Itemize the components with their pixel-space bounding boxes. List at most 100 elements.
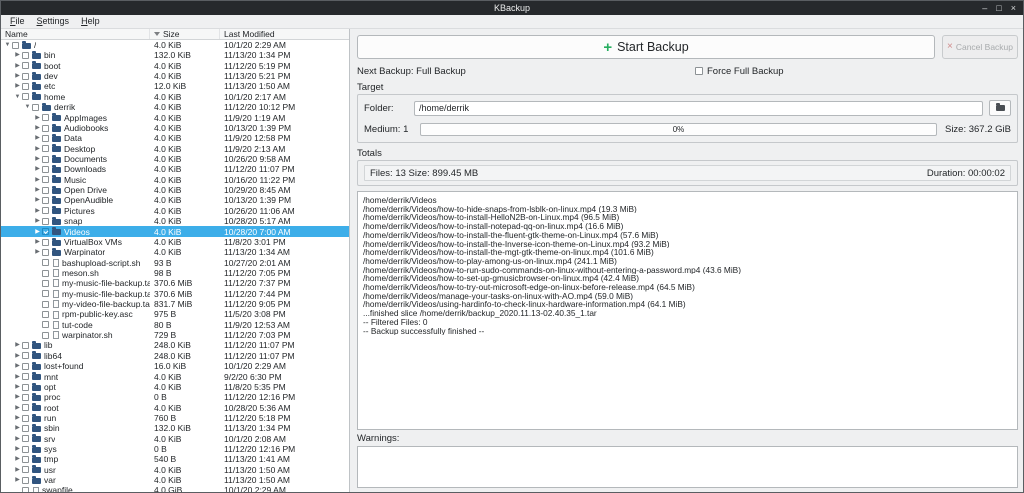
tree-item-checkbox[interactable] [42,331,49,339]
expander-icon[interactable]: ▼ [3,40,12,50]
tree-item-checkbox[interactable] [12,41,19,49]
tree-row[interactable]: ▶ usr 4.0 KiB 11/13/20 1:50 AM [1,465,349,475]
backup-log[interactable]: /home/derrik/Videos/home/derrik/Videos/h… [357,191,1018,430]
close-icon[interactable]: × [1011,2,1016,15]
expander-icon[interactable]: ▼ [23,102,32,112]
tree-item-checkbox[interactable] [42,321,49,329]
column-header-name[interactable]: Name [1,29,150,39]
cancel-backup-button[interactable]: × Cancel Backup [942,35,1018,59]
tree-row[interactable]: meson.sh 98 B 11/12/20 7:05 PM [1,268,349,278]
tree-item-checkbox[interactable] [42,186,49,194]
expander-icon[interactable]: ▶ [13,403,22,413]
tree-row[interactable]: ▶ lib 248.0 KiB 11/12/20 11:07 PM [1,340,349,350]
tree-item-checkbox[interactable] [42,238,49,246]
tree-row[interactable]: ▶ Downloads 4.0 KiB 11/12/20 11:07 PM [1,164,349,174]
tree-row[interactable]: ▶ opt 4.0 KiB 11/8/20 5:35 PM [1,382,349,392]
expander-icon[interactable]: ▶ [33,133,42,143]
tree-item-checkbox[interactable] [22,342,29,350]
expander-icon[interactable]: ▶ [33,216,42,226]
expander-icon[interactable]: ▶ [33,227,42,237]
tree-item-checkbox[interactable] [22,435,29,443]
expander-icon[interactable]: ▶ [33,144,42,154]
tree-row[interactable]: ▶ tmp 540 B 11/13/20 1:41 AM [1,454,349,464]
expander-icon[interactable]: ▶ [33,185,42,195]
tree-row[interactable]: ▶ bin 132.0 KiB 11/13/20 1:34 PM [1,50,349,60]
expander-icon[interactable]: ▶ [13,434,22,444]
tree-row[interactable]: ▶ proc 0 B 11/12/20 12:16 PM [1,392,349,402]
tree-row[interactable]: tut-code 80 B 11/9/20 12:53 AM [1,320,349,330]
tree-row[interactable]: ▶ sbin 132.0 KiB 11/13/20 1:34 PM [1,423,349,433]
expander-icon[interactable]: ▶ [13,372,22,382]
tree-item-checkbox[interactable] [22,373,29,381]
tree-item-checkbox[interactable] [22,362,29,370]
tree-row[interactable]: ▶ Audiobooks 4.0 KiB 10/13/20 1:39 PM [1,123,349,133]
expander-icon[interactable]: ▶ [13,340,22,350]
tree-item-checkbox[interactable] [42,176,49,184]
backup-folder-input[interactable] [414,100,983,116]
expander-icon[interactable]: ▶ [33,154,42,164]
tree-row[interactable]: ▶ AppImages 4.0 KiB 11/9/20 1:19 AM [1,113,349,123]
expander-icon[interactable]: ▶ [13,475,22,485]
tree-item-checkbox[interactable] [42,248,49,256]
tree-item-checkbox[interactable] [22,72,29,80]
tree-row[interactable]: ▶ Videos 4.0 KiB 10/28/20 7:00 AM [1,226,349,237]
tree-row[interactable]: ▶ boot 4.0 KiB 11/12/20 5:19 PM [1,61,349,71]
maximize-icon[interactable]: □ [996,2,1001,15]
tree-item-checkbox[interactable] [42,279,49,287]
tree-item-checkbox[interactable] [42,259,49,267]
tree-item-checkbox[interactable] [42,124,49,132]
expander-icon[interactable]: ▶ [33,164,42,174]
expander-icon[interactable]: ▶ [33,113,42,123]
column-header-size[interactable]: Size [150,29,220,39]
tree-item-checkbox[interactable] [42,165,49,173]
menu-file[interactable]: File [4,15,31,28]
tree-row[interactable]: ▶ OpenAudible 4.0 KiB 10/13/20 1:39 PM [1,195,349,205]
tree-item-checkbox[interactable] [42,269,49,277]
tree-row[interactable]: ▼ home 4.0 KiB 10/1/20 2:17 AM [1,92,349,102]
tree-row[interactable]: ▶ Open Drive 4.0 KiB 10/29/20 8:45 AM [1,185,349,195]
tree-item-checkbox[interactable] [32,103,39,111]
tree-item-checkbox[interactable] [42,197,49,205]
tree-item-checkbox[interactable] [42,228,49,236]
expander-icon[interactable]: ▶ [13,413,22,423]
tree-row[interactable]: ▶ dev 4.0 KiB 11/13/20 5:21 PM [1,71,349,81]
titlebar[interactable]: KBackup – □ × [1,1,1023,15]
tree-item-checkbox[interactable] [22,352,29,360]
tree-row[interactable]: ▶ root 4.0 KiB 10/28/20 5:36 AM [1,403,349,413]
tree-row[interactable]: ▶ Warpinator 4.0 KiB 11/13/20 1:34 AM [1,247,349,257]
tree-item-checkbox[interactable] [22,404,29,412]
expander-icon[interactable]: ▶ [13,423,22,433]
tree-item-checkbox[interactable] [42,217,49,225]
tree-item-checkbox[interactable] [22,466,29,474]
tree-row[interactable]: ▶ Documents 4.0 KiB 10/26/20 9:58 AM [1,154,349,164]
tree-row[interactable]: rpm-public-key.asc 975 B 11/5/20 3:08 PM [1,309,349,319]
expander-icon[interactable]: ▶ [13,444,22,454]
tree-item-checkbox[interactable] [42,155,49,163]
expander-icon[interactable]: ▼ [13,92,22,102]
tree-row[interactable]: ▶ mnt 4.0 KiB 9/2/20 6:30 PM [1,372,349,382]
tree-item-checkbox[interactable] [22,83,29,91]
tree-row[interactable]: ▶ Desktop 4.0 KiB 11/9/20 2:13 AM [1,144,349,154]
tree-row[interactable]: ▶ etc 12.0 KiB 11/13/20 1:50 AM [1,81,349,91]
tree-row[interactable]: ▶ lost+found 16.0 KiB 10/1/20 2:29 AM [1,361,349,371]
tree-item-checkbox[interactable] [22,93,29,101]
expander-icon[interactable]: ▶ [13,71,22,81]
tree-row[interactable]: ▼/4.0 KiB 10/1/20 2:29 AM [1,40,349,50]
tree-item-checkbox[interactable] [22,476,29,484]
expander-icon[interactable]: ▶ [33,123,42,133]
force-full-backup-checkbox[interactable] [695,67,703,75]
tree-item-checkbox[interactable] [22,52,29,60]
tree-row[interactable]: ▶ Data 4.0 KiB 11/9/20 12:58 PM [1,133,349,143]
expander-icon[interactable]: ▶ [13,382,22,392]
tree-row[interactable]: bashupload-script.sh 93 B 10/27/20 2:01 AM [1,258,349,268]
tree-row[interactable]: warpinator.sh 729 B 11/12/20 7:03 PM [1,330,349,340]
expander-icon[interactable]: ▶ [13,465,22,475]
choose-folder-button[interactable] [989,100,1011,116]
tree-item-checkbox[interactable] [22,383,29,391]
tree-item-checkbox[interactable] [22,393,29,401]
tree-item-checkbox[interactable] [42,311,49,319]
expander-icon[interactable]: ▶ [13,454,22,464]
tree-row[interactable]: swapfile 4.0 GiB 10/1/20 2:29 AM [1,485,349,492]
expander-icon[interactable]: ▶ [33,247,42,257]
expander-icon[interactable]: ▶ [13,50,22,60]
